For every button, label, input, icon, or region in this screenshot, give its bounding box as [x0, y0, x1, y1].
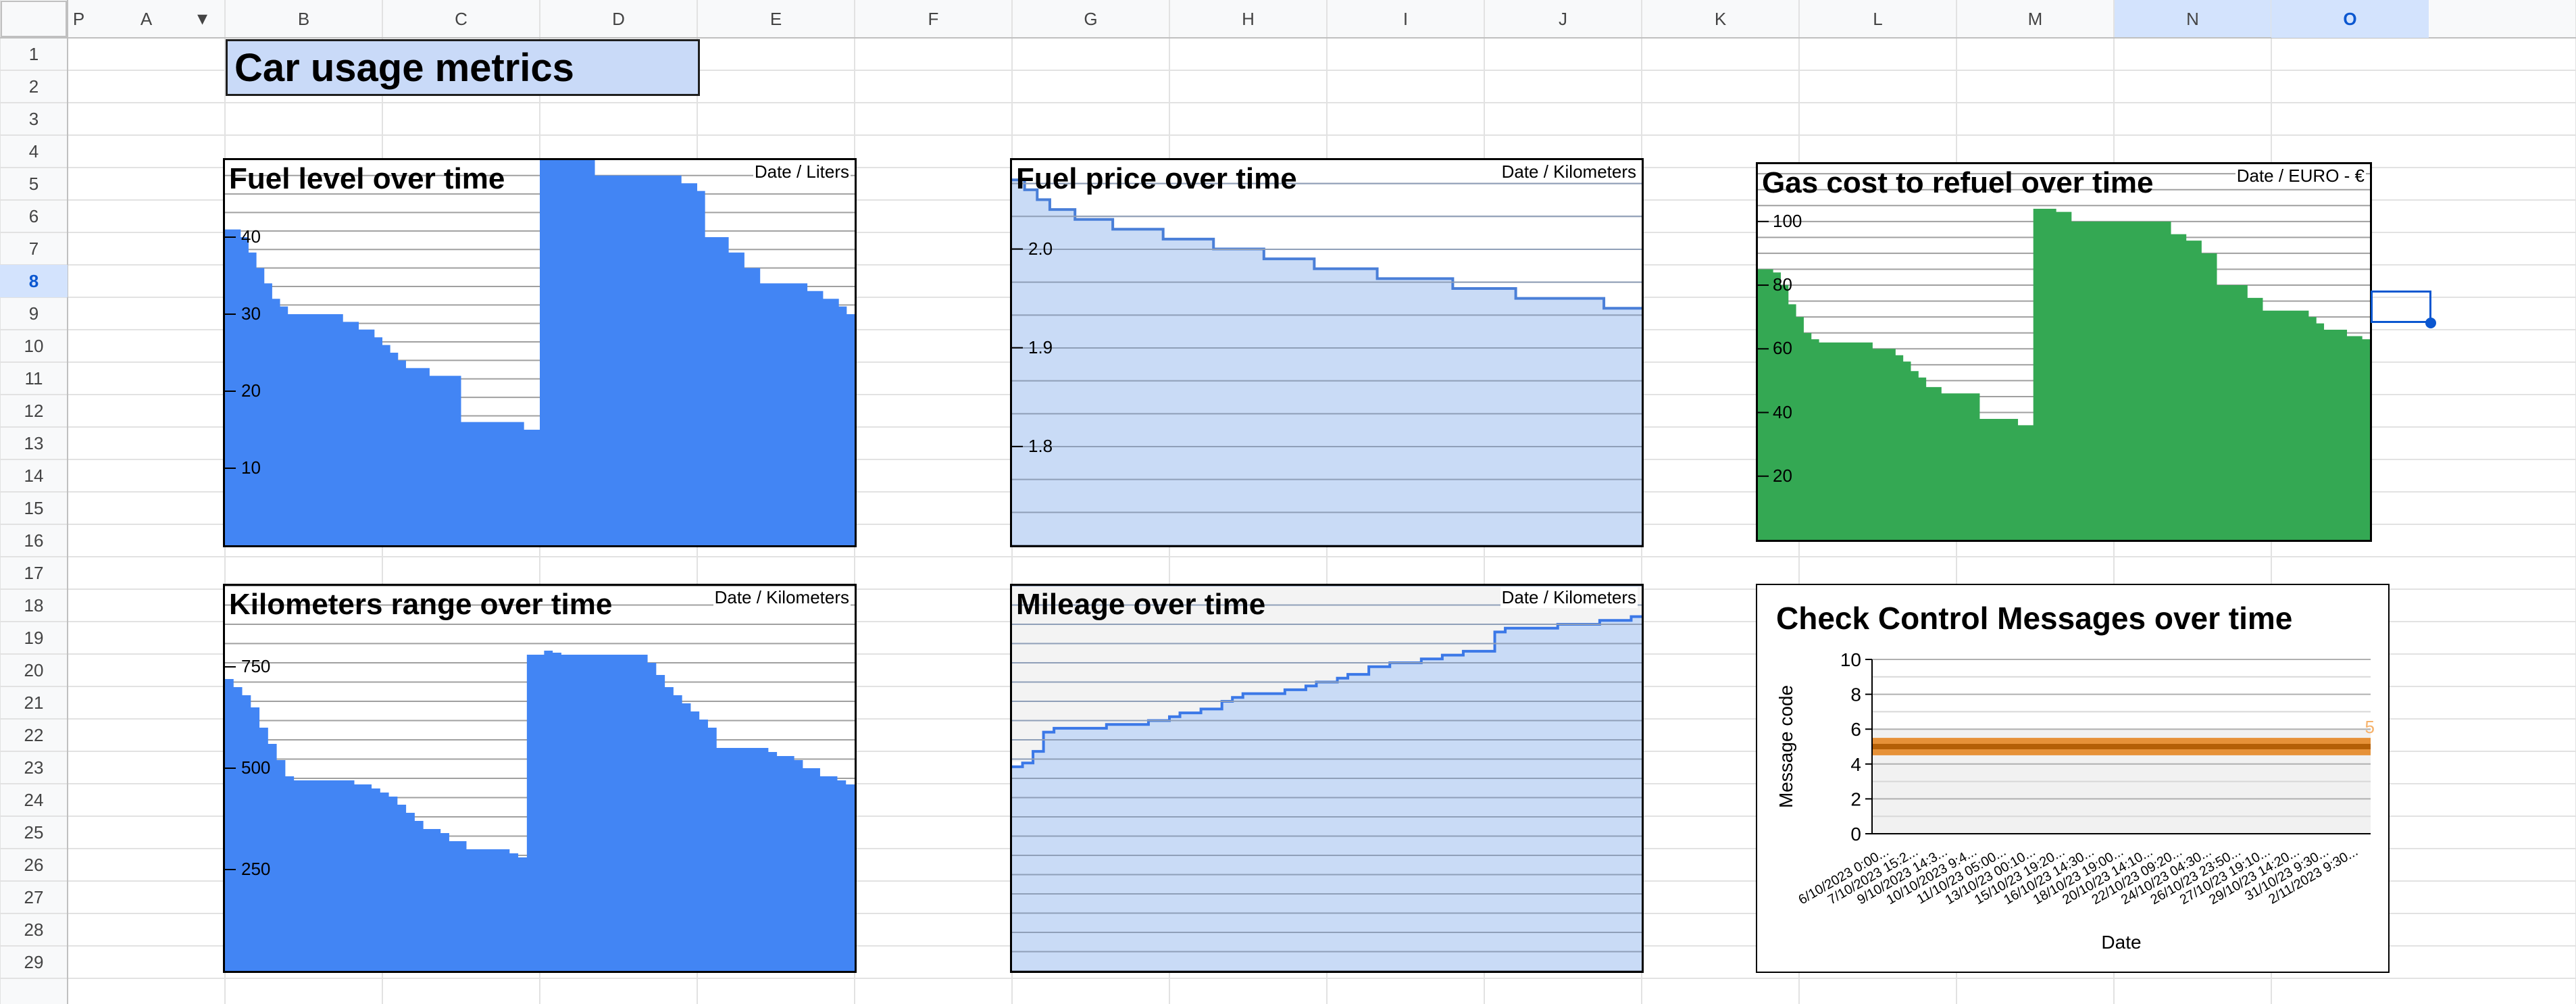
row-header-21[interactable]: 21 [0, 686, 68, 719]
chart-plot-area [1012, 178, 1642, 545]
row-header-11[interactable]: 11 [0, 362, 68, 395]
row-header-25[interactable]: 25 [0, 816, 68, 849]
chart-title: Mileage over time [1016, 588, 1266, 621]
row-header-17[interactable]: 17 [0, 557, 68, 589]
column-a-dropdown-icon[interactable]: ▾ [197, 7, 207, 30]
row-header-26[interactable]: 26 [0, 849, 68, 881]
row-header-20[interactable]: 20 [0, 654, 68, 686]
chart-fuel-level[interactable]: Fuel level over time Date / Liters 40 30 2… [223, 158, 857, 547]
column-header-f[interactable]: F [855, 0, 1012, 38]
chart-area-series [1012, 180, 1642, 545]
column-header-k[interactable]: K [1642, 0, 1799, 38]
column-header-c[interactable]: C [382, 0, 540, 38]
chart-y-tick-label: 60 [1773, 338, 1792, 359]
chart-plot-area [225, 160, 855, 545]
chart-axis-unit: Date / EURO - € [2235, 166, 2366, 186]
chart-data-label: 5 [2365, 717, 2375, 737]
column-header-p[interactable]: P [0, 0, 157, 38]
chart-plot-area [1012, 586, 1642, 971]
row-header-5[interactable]: 5 [0, 168, 68, 200]
row-header-23[interactable]: 23 [0, 751, 68, 784]
row-header-8[interactable]: 8 [0, 265, 68, 297]
chart-y-tick-label: 20 [1773, 465, 1792, 486]
chart-check-control-messages[interactable]: 10 8 6 4 2 0 5 6/10/2023 0:00... 7/10/2023 15:2.… [1756, 584, 2390, 973]
chart-y-tick-label: 10 [241, 457, 261, 478]
chart-title: Check Control Messages over time [1776, 601, 2293, 636]
row-header-2[interactable]: 2 [0, 70, 68, 103]
chart-y-tick-label: 500 [241, 757, 271, 778]
column-header-h[interactable]: H [1169, 0, 1327, 38]
chart-gas-cost[interactable]: Gas cost to refuel over time Date / EURO… [1756, 162, 2372, 542]
chart-title: Fuel level over time [229, 162, 505, 195]
chart-y-tick-label: 2 [1850, 788, 1861, 809]
chart-kilometers-range[interactable]: Kilometers range over time Date / Kilome… [223, 584, 857, 973]
chart-plot-area: 108642056/10/2023 0:00...7/10/2023 15:2.… [1775, 649, 2375, 953]
row-header-7[interactable]: 7 [0, 232, 68, 265]
column-header-l[interactable]: L [1799, 0, 1956, 38]
row-header-15[interactable]: 15 [0, 492, 68, 524]
chart-title: Kilometers range over time [229, 588, 613, 621]
chart-title: Fuel price over time [1016, 162, 1297, 195]
row-header-1[interactable]: 1 [0, 38, 68, 70]
chart-plot-area [225, 586, 855, 971]
sheet-title-cell[interactable]: Car usage metrics [226, 39, 700, 96]
chart-axis-unit: Date / Liters [753, 161, 851, 182]
row-header-3[interactable]: 3 [0, 103, 68, 135]
chart-y-tick-label: 20 [241, 380, 261, 401]
chart-fuel-price[interactable]: Fuel price over time Date / Kilometers 2… [1010, 158, 1644, 547]
row-header-12[interactable]: 12 [0, 395, 68, 427]
chart-y-tick-label: 0 [1850, 824, 1861, 845]
chart-y-tick-label: 40 [1773, 401, 1792, 422]
chart-y-tick-label: 6 [1850, 719, 1861, 740]
column-header-g[interactable]: G [1012, 0, 1169, 38]
chart-area-series [225, 160, 855, 545]
chart-axis-unit: Date / Kilometers [1500, 161, 1638, 182]
chart-y-tick-label: 250 [241, 859, 271, 879]
column-header-n[interactable]: N [2114, 0, 2271, 38]
chart-y-tick-label: 2.0 [1028, 238, 1053, 259]
cell-selection-box[interactable] [2371, 291, 2431, 323]
row-header-16[interactable]: 16 [0, 524, 68, 557]
column-header-j[interactable]: J [1484, 0, 1642, 38]
chart-axis-unit: Date / Kilometers [713, 587, 851, 608]
chart-mileage[interactable]: Mileage over time Date / Kilometers [1010, 584, 1644, 973]
chart-y-tick-label: 750 [241, 656, 271, 676]
chart-y-axis-label: Message code [1775, 685, 1796, 808]
chart-y-tick-label: 4 [1850, 754, 1861, 775]
row-header-29[interactable]: 29 [0, 946, 68, 978]
row-header-10[interactable]: 10 [0, 330, 68, 362]
chart-y-tick-label: 8 [1850, 684, 1861, 705]
fill-handle[interactable] [2425, 318, 2436, 328]
chart-area-series [1758, 208, 2370, 540]
chart-y-tick-label: 1.9 [1028, 336, 1053, 357]
column-header-b[interactable]: B [225, 0, 382, 38]
chart-y-tick-label: 100 [1773, 210, 1802, 231]
row-header-24[interactable]: 24 [0, 784, 68, 816]
column-header-o[interactable]: O [2271, 0, 2429, 38]
chart-y-tick-label: 30 [241, 303, 261, 324]
row-header-22[interactable]: 22 [0, 719, 68, 751]
chart-title: Gas cost to refuel over time [1762, 166, 2154, 199]
row-header-4[interactable]: 4 [0, 135, 68, 168]
row-header-28[interactable]: 28 [0, 913, 68, 946]
column-header-d[interactable]: D [540, 0, 697, 38]
column-header-e[interactable]: E [697, 0, 855, 38]
row-header-13[interactable]: 13 [0, 427, 68, 459]
chart-y-tick-label: 1.8 [1028, 435, 1053, 456]
row-header-14[interactable]: 14 [0, 459, 68, 492]
row-header-18[interactable]: 18 [0, 589, 68, 622]
row-header-6[interactable]: 6 [0, 200, 68, 232]
chart-axis-unit: Date / Kilometers [1500, 587, 1638, 608]
chart-y-tick-label: 80 [1773, 274, 1792, 295]
row-header-27[interactable]: 27 [0, 881, 68, 913]
row-header-9[interactable]: 9 [0, 297, 68, 330]
row-header-19[interactable]: 19 [0, 622, 68, 654]
chart-plot-area [1758, 173, 2370, 540]
chart-y-tick-label: 10 [1840, 649, 1861, 670]
column-header-i[interactable]: I [1327, 0, 1484, 38]
chart-x-axis-label: Date [2101, 932, 2141, 953]
chart-y-tick-label: 40 [241, 226, 261, 247]
chart-area-series [225, 651, 855, 971]
column-header-m[interactable]: M [1956, 0, 2114, 38]
